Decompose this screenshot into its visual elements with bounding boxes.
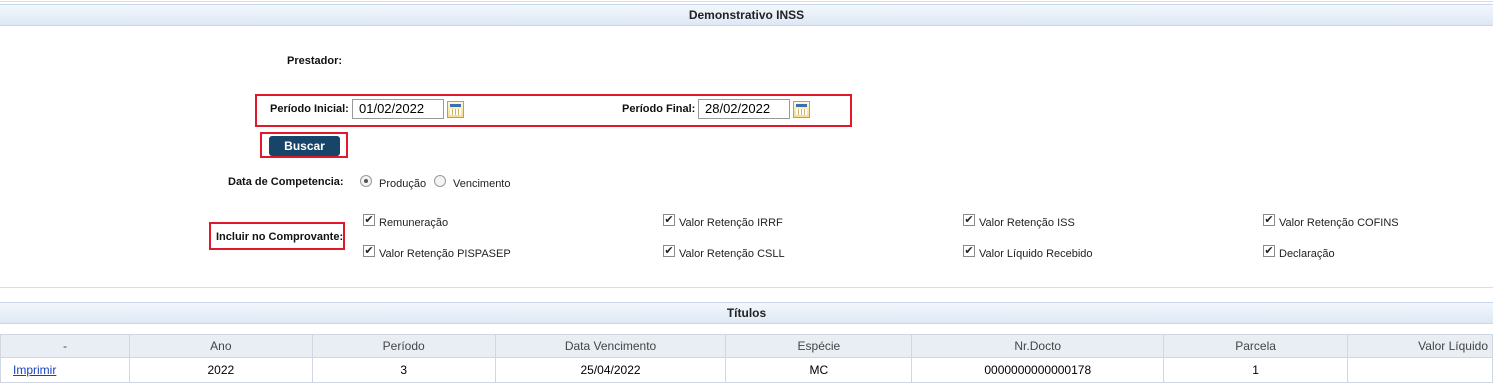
- vencimento-radio[interactable]: [434, 175, 446, 187]
- cofins-checkbox[interactable]: ✔: [1263, 214, 1275, 226]
- header-bar: Demonstrativo INSS: [0, 4, 1493, 26]
- periodo-inicial-label: Período Inicial:: [270, 103, 349, 115]
- col-especie: Espécie: [725, 334, 913, 358]
- vencimento-cell: 25/04/2022: [494, 357, 727, 383]
- remuneracao-label: Remuneração: [379, 217, 449, 229]
- csll-checkbox[interactable]: ✔: [663, 245, 675, 257]
- titulos-title: Títulos: [726, 306, 767, 320]
- prestador-label: Prestador:: [287, 55, 343, 67]
- pispasep-checkbox[interactable]: ✔: [363, 245, 375, 257]
- docto-cell: 0000000000000178: [911, 357, 1165, 383]
- buscar-button[interactable]: Buscar: [269, 136, 340, 156]
- competencia-label: Data de Competencia:: [228, 176, 344, 188]
- col-periodo: Período: [311, 334, 496, 358]
- producao-radio[interactable]: [360, 175, 372, 187]
- titulos-bar: Títulos: [0, 302, 1493, 324]
- producao-label: Produção: [379, 178, 427, 190]
- titulos-table: - Ano Período Data Vencimento Espécie Nr…: [0, 334, 1493, 383]
- remuneracao-checkbox[interactable]: ✔: [363, 214, 375, 226]
- periodo-final-input[interactable]: 28/02/2022: [698, 99, 790, 119]
- top-rule: [0, 1, 1493, 2]
- irrf-checkbox[interactable]: ✔: [663, 214, 675, 226]
- periodo-cell: 3: [311, 357, 496, 383]
- col-valor: Valor Líquido: [1347, 334, 1493, 358]
- irrf-label: Valor Retenção IRRF: [679, 217, 783, 229]
- vencimento-label: Vencimento: [453, 178, 511, 190]
- table-row: Imprimir 2022 3 25/04/2022 MC 0000000000…: [0, 357, 1493, 383]
- especie-cell: MC: [725, 357, 913, 383]
- section-divider: [0, 287, 1493, 288]
- parcela-cell: 1: [1163, 357, 1349, 383]
- ano-cell: 2022: [128, 357, 313, 383]
- csll-label: Valor Retenção CSLL: [679, 248, 785, 260]
- action-cell: Imprimir: [0, 357, 130, 383]
- col-ano: Ano: [128, 334, 313, 358]
- col-action: -: [0, 334, 130, 358]
- col-docto: Nr.Docto: [911, 334, 1165, 358]
- declaracao-label: Declaração: [1279, 248, 1335, 260]
- pispasep-label: Valor Retenção PISPASEP: [379, 248, 511, 260]
- col-vencimento: Data Vencimento: [494, 334, 727, 358]
- liquido-checkbox[interactable]: ✔: [963, 245, 975, 257]
- liquido-label: Valor Líquido Recebido: [979, 248, 1093, 260]
- incluir-label: Incluir no Comprovante:: [216, 231, 344, 243]
- declaracao-checkbox[interactable]: ✔: [1263, 245, 1275, 257]
- page-title: Demonstrativo INSS: [688, 8, 805, 22]
- calendar-icon[interactable]: [793, 101, 810, 118]
- valor-cell: [1347, 357, 1493, 383]
- table-header-row: - Ano Período Data Vencimento Espécie Nr…: [0, 334, 1493, 358]
- iss-checkbox[interactable]: ✔: [963, 214, 975, 226]
- imprimir-link[interactable]: Imprimir: [13, 363, 56, 377]
- calendar-icon[interactable]: [447, 101, 464, 118]
- cofins-label: Valor Retenção COFINS: [1279, 217, 1399, 229]
- periodo-inicial-input[interactable]: 01/02/2022: [352, 99, 444, 119]
- col-parcela: Parcela: [1163, 334, 1349, 358]
- periodo-final-label: Período Final:: [622, 103, 696, 115]
- iss-label: Valor Retenção ISS: [979, 217, 1075, 229]
